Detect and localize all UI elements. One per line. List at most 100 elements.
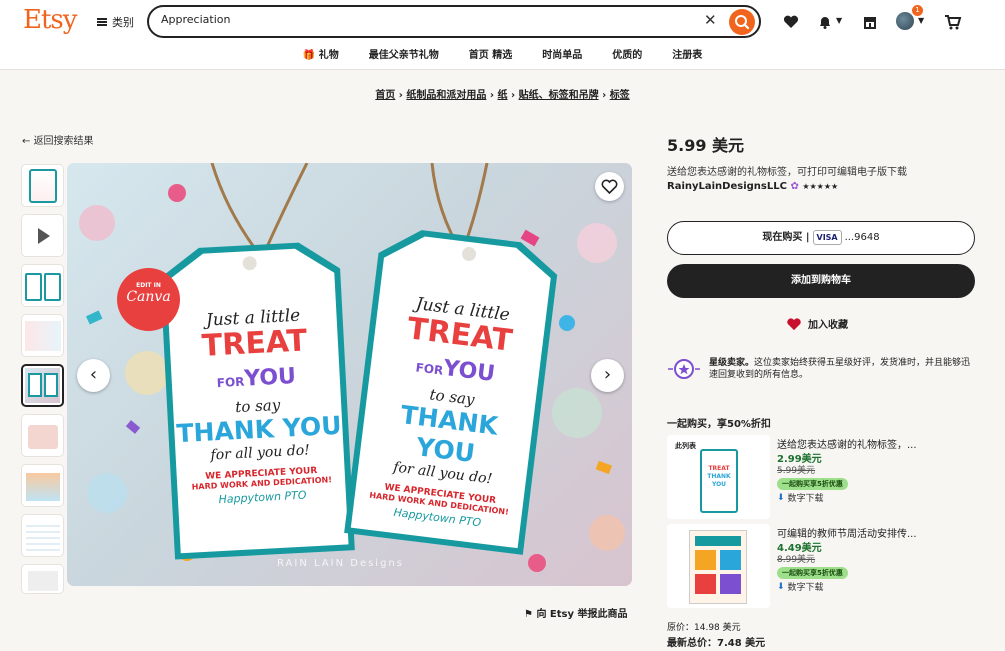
gift-icon: 🎁	[302, 50, 319, 61]
bundle-item-old-price: 5.99美元	[777, 466, 816, 476]
menu-icon	[97, 18, 107, 26]
thumbnail[interactable]	[21, 314, 64, 357]
header: Etsy 类别 ✕ ▼ 1 ▼ 🎁 礼物 最佳父亲节礼物 首页 精选 时尚单品 …	[0, 0, 1005, 70]
report-label: 向 Etsy 举报此商品	[536, 609, 628, 620]
thumbnail[interactable]	[21, 264, 64, 307]
rating-stars: ★★★★★	[802, 182, 839, 191]
canva-badge: EDIT IN Canva	[117, 268, 180, 331]
thumbnail[interactable]	[21, 164, 64, 207]
star-seller-icon	[668, 359, 700, 379]
digital-download-label: 数字下载	[787, 583, 824, 593]
tag-text: YOU	[441, 355, 497, 387]
card-number: ...9648	[844, 232, 880, 243]
tag-text: TREAT	[200, 323, 309, 364]
nav-premium[interactable]: 优质的	[612, 46, 642, 61]
favorite-button[interactable]	[595, 172, 624, 201]
clear-icon[interactable]: ✕	[704, 11, 717, 29]
chevron-down-icon[interactable]: ▼	[918, 16, 924, 25]
product-title: 送给您表达感谢的礼物标签，可打印可编辑电子版下载	[667, 167, 907, 178]
heart-outline-icon	[601, 179, 618, 195]
add-fav-label: 加入收藏	[808, 320, 848, 331]
bundle-item-image	[667, 524, 770, 608]
shop-name[interactable]: RainyLainDesignsLLC ✿ ★★★★★	[667, 181, 838, 192]
search-bar: ✕	[147, 5, 761, 38]
bundle-item-old-price: 8.99美元	[777, 555, 816, 565]
prev-image-button[interactable]: ‹	[77, 359, 110, 392]
bundle-title: 一起购买，享50%折扣	[667, 419, 771, 430]
chevron-down-icon[interactable]: ▼	[836, 16, 842, 25]
nav-fashion[interactable]: 时尚单品	[542, 46, 582, 61]
star-seller-title: 星级卖家。	[709, 358, 755, 368]
report-link[interactable]: ⚑ 向 Etsy 举报此商品	[524, 605, 628, 620]
shop-icon[interactable]	[861, 13, 879, 31]
nav-fathers-day[interactable]: 最佳父亲节礼物	[369, 46, 439, 61]
product-image[interactable]: Just a little TREAT FORYOU to say THANK …	[67, 163, 632, 586]
breadcrumb-sep: ›	[398, 90, 403, 101]
next-image-button[interactable]: ›	[591, 359, 624, 392]
chevron-left-icon: ‹	[89, 364, 98, 385]
bundle-discount-badge: 一起购买享5折优惠	[777, 567, 848, 579]
thumbnail-selected[interactable]	[21, 364, 64, 407]
breadcrumb: 首页 › 纸制品和派对用品 › 纸 › 贴纸、标签和吊牌 › 标签	[0, 86, 1005, 101]
heart-icon	[787, 317, 801, 330]
watermark: RAIN LAIN Designs	[277, 558, 404, 569]
gift-tag-left: Just a little TREAT FORYOU to say THANK …	[166, 272, 350, 551]
thumbnail[interactable]	[21, 464, 64, 507]
breadcrumb-item[interactable]: 纸	[498, 90, 508, 101]
search-input[interactable]	[161, 13, 681, 26]
chevron-right-icon: ›	[603, 364, 612, 385]
categories-button[interactable]: 类别	[97, 14, 134, 30]
bundle-item[interactable]: 此列表 TREAT THANK YOU 送给您表达感谢的礼物标签，... 2.99…	[667, 435, 975, 519]
digital-download: ⬇ 数字下载	[777, 491, 824, 505]
thumbnail[interactable]	[21, 564, 64, 594]
digital-download: ⬇ 数字下载	[777, 580, 824, 594]
price: 5.99 美元	[667, 136, 745, 155]
nav-registry[interactable]: 注册表	[672, 46, 702, 61]
breadcrumb-sep: ›	[489, 90, 495, 101]
cart-icon[interactable]	[944, 13, 962, 31]
digital-download-label: 数字下载	[787, 494, 824, 504]
notification-badge: 1	[912, 5, 923, 16]
add-to-favorites-button[interactable]: 加入收藏	[786, 316, 848, 331]
etsy-logo[interactable]: Etsy	[23, 5, 77, 35]
nav-label: 礼物	[318, 50, 339, 61]
buy-now-button[interactable]: 现在购买 | VISA ...9648	[667, 221, 975, 255]
shop-label: RainyLainDesignsLLC	[667, 181, 787, 192]
bundle-item-title: 可编辑的教师节周活动安排传...	[777, 529, 917, 540]
nav-gifts[interactable]: 🎁 礼物	[303, 46, 339, 61]
bundle-item-title: 送给您表达感谢的礼物标签，...	[777, 440, 917, 451]
original-total: 原价：14.98 美元	[667, 623, 741, 633]
add-to-cart-button[interactable]: 添加到购物车	[667, 264, 975, 298]
thumbnail[interactable]	[21, 414, 64, 457]
tag-text: FOR	[216, 374, 245, 391]
bundle-item-tag: 此列表	[675, 442, 696, 450]
download-icon: ⬇	[777, 492, 785, 503]
breadcrumb-item[interactable]: 贴纸、标签和吊牌	[519, 90, 599, 101]
categories-label: 类别	[112, 16, 134, 29]
breadcrumb-item[interactable]: 标签	[610, 90, 630, 101]
canva-bottom: Canva	[126, 289, 171, 305]
bundle-item[interactable]: 可编辑的教师节周活动安排传... 4.49美元 8.99美元 一起购买享5折优惠…	[667, 524, 975, 608]
bundle-item-image: 此列表 TREAT THANK YOU	[667, 435, 770, 519]
search-button[interactable]	[729, 9, 755, 35]
heart-icon[interactable]	[782, 13, 800, 31]
breadcrumb-sep: ›	[510, 90, 516, 101]
nav-home-picks[interactable]: 首页 精选	[469, 46, 512, 61]
search-icon	[735, 15, 750, 30]
back-label: 返回搜索结果	[33, 136, 94, 147]
thumbnail-strip	[21, 164, 65, 601]
download-icon: ⬇	[777, 581, 785, 592]
main-nav: 🎁 礼物 最佳父亲节礼物 首页 精选 时尚单品 优质的 注册表	[0, 46, 1005, 61]
thumbnail-video[interactable]	[21, 214, 64, 257]
breadcrumb-sep: ›	[602, 90, 607, 101]
play-icon	[38, 228, 50, 244]
visa-icon: VISA	[812, 230, 842, 245]
back-to-results[interactable]: ← 返回搜索结果	[22, 132, 94, 147]
canva-top: EDIT IN	[136, 282, 161, 289]
breadcrumb-item[interactable]: 首页	[375, 90, 395, 101]
breadcrumb-item[interactable]: 纸制品和派对用品	[406, 90, 486, 101]
tag-text: FOR	[414, 360, 445, 378]
avatar[interactable]	[896, 12, 914, 30]
thumbnail[interactable]	[21, 514, 64, 557]
bell-icon[interactable]	[816, 13, 834, 31]
